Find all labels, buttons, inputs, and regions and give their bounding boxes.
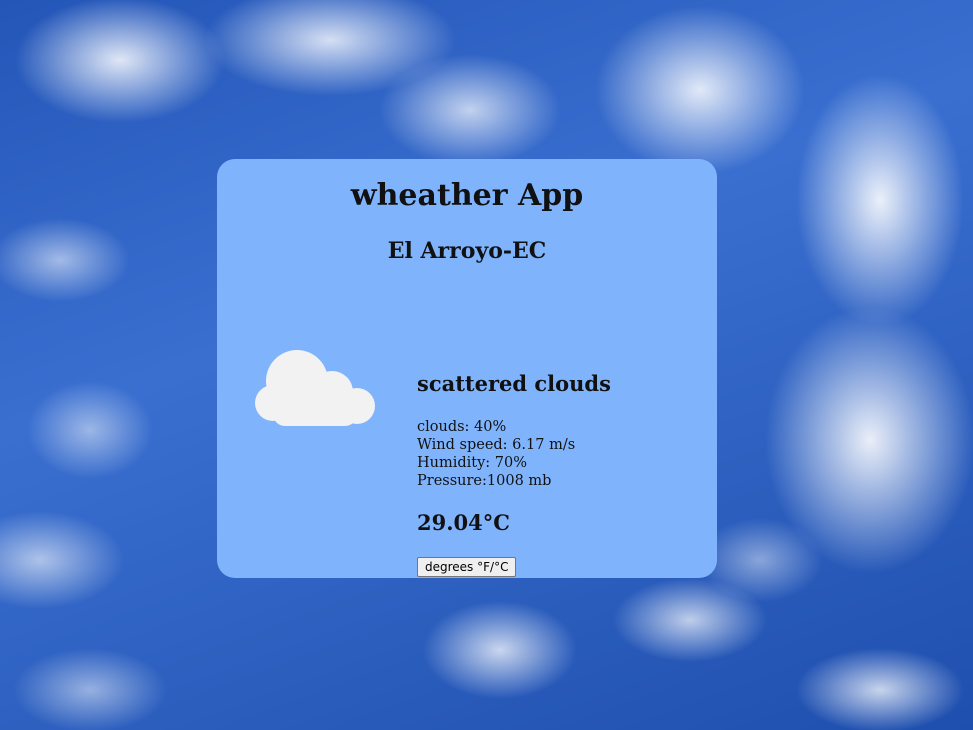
wind-speed-value: Wind speed: 6.17 m/s (417, 437, 576, 453)
pressure-value: Pressure:1008 mb (417, 473, 552, 489)
temperature-value: 29.04°C (417, 510, 510, 535)
weather-details: clouds: 40% Wind speed: 6.17 m/s Humidit… (417, 418, 575, 490)
unit-toggle-button[interactable]: degrees °F/°C (417, 557, 517, 577)
weather-description: scattered clouds (417, 371, 611, 396)
app-title: wheather App (350, 178, 584, 213)
cloud-icon (255, 350, 375, 426)
humidity-value: Humidity: 70% (417, 455, 528, 471)
clouds-value: clouds: 40% (417, 419, 507, 435)
city-name: El Arroyo-EC (387, 238, 547, 264)
